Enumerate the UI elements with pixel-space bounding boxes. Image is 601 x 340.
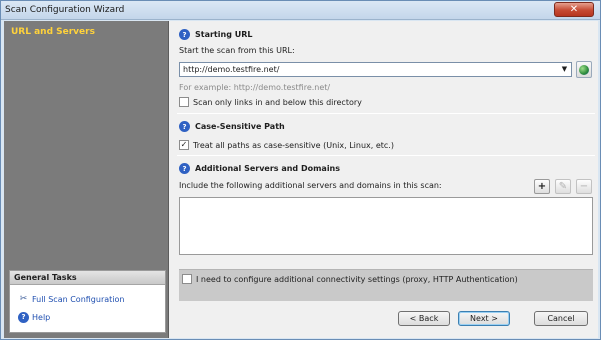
scan-only-checkbox[interactable]: Scan only links in and below this direct… bbox=[179, 97, 362, 107]
add-server-button[interactable]: + bbox=[534, 179, 550, 194]
remove-server-button[interactable]: − bbox=[576, 179, 592, 194]
case-sensitive-title: Case-Sensitive Path bbox=[195, 122, 285, 131]
back-button[interactable]: < Back bbox=[398, 311, 450, 326]
additional-servers-heading: ? Additional Servers and Domains bbox=[179, 163, 340, 174]
divider bbox=[177, 155, 595, 156]
case-sensitive-label: Treat all paths as case-sensitive (Unix,… bbox=[193, 140, 394, 150]
close-button[interactable]: ✕ bbox=[554, 2, 594, 17]
help-icon[interactable]: ? bbox=[179, 121, 190, 132]
task-label: Help bbox=[32, 312, 51, 322]
sidebar: URL and Servers General Tasks ✂ Full Sca… bbox=[4, 21, 169, 338]
checkbox-box[interactable]: ✓ bbox=[179, 140, 189, 150]
general-tasks-title: General Tasks bbox=[10, 271, 165, 285]
chevron-down-icon[interactable]: ▼ bbox=[560, 65, 569, 74]
help-icon[interactable]: ? bbox=[179, 29, 190, 40]
case-sensitive-checkbox[interactable]: ✓ Treat all paths as case-sensitive (Uni… bbox=[179, 140, 394, 150]
task-full-scan-configuration[interactable]: ✂ Full Scan Configuration bbox=[18, 293, 125, 305]
main-panel: ? Starting URL Start the scan from this … bbox=[170, 21, 598, 338]
general-tasks-panel: General Tasks ✂ Full Scan Configuration … bbox=[9, 270, 166, 333]
minus-icon: − bbox=[579, 181, 589, 192]
connectivity-label: I need to configure additional connectiv… bbox=[196, 274, 518, 284]
cancel-button[interactable]: Cancel bbox=[534, 311, 588, 326]
edit-server-button[interactable]: ✎ bbox=[555, 179, 571, 194]
starting-url-example: For example: http://demo.testfire.net/ bbox=[179, 83, 331, 92]
sidebar-step-url-and-servers[interactable]: URL and Servers bbox=[11, 27, 95, 37]
starting-url-title: Starting URL bbox=[195, 30, 253, 39]
divider bbox=[177, 113, 595, 114]
next-button[interactable]: Next > bbox=[458, 311, 510, 326]
window-title: Scan Configuration Wizard bbox=[5, 5, 125, 15]
starting-url-heading: ? Starting URL bbox=[179, 29, 252, 40]
checkbox-box[interactable] bbox=[179, 97, 189, 107]
title-bar: Scan Configuration Wizard ✕ bbox=[1, 1, 600, 20]
checkbox-box[interactable] bbox=[182, 274, 192, 284]
pencil-icon: ✎ bbox=[558, 181, 568, 192]
tools-icon: ✂ bbox=[19, 294, 28, 304]
client-area: URL and Servers General Tasks ✂ Full Sca… bbox=[4, 21, 598, 338]
starting-url-combobox[interactable]: http://demo.testfire.net/ ▼ bbox=[179, 62, 572, 77]
starting-url-value: http://demo.testfire.net/ bbox=[183, 65, 280, 74]
globe-icon bbox=[579, 64, 589, 75]
starting-url-prompt: Start the scan from this URL: bbox=[179, 46, 295, 55]
help-icon: ? bbox=[18, 311, 29, 323]
task-help[interactable]: ? Help bbox=[18, 311, 50, 323]
browse-url-button[interactable] bbox=[576, 61, 592, 78]
additional-servers-list[interactable] bbox=[179, 197, 593, 255]
case-sensitive-heading: ? Case-Sensitive Path bbox=[179, 121, 285, 132]
plus-icon: + bbox=[537, 181, 547, 192]
additional-servers-title: Additional Servers and Domains bbox=[195, 164, 341, 173]
scan-only-label: Scan only links in and below this direct… bbox=[193, 97, 362, 107]
help-icon[interactable]: ? bbox=[179, 163, 190, 174]
task-label: Full Scan Configuration bbox=[32, 294, 125, 304]
additional-servers-prompt: Include the following additional servers… bbox=[179, 181, 442, 190]
wizard-window: Scan Configuration Wizard ✕ URL and Serv… bbox=[0, 0, 601, 340]
connectivity-panel: I need to configure additional connectiv… bbox=[179, 269, 593, 301]
connectivity-checkbox[interactable]: I need to configure additional connectiv… bbox=[182, 274, 518, 284]
